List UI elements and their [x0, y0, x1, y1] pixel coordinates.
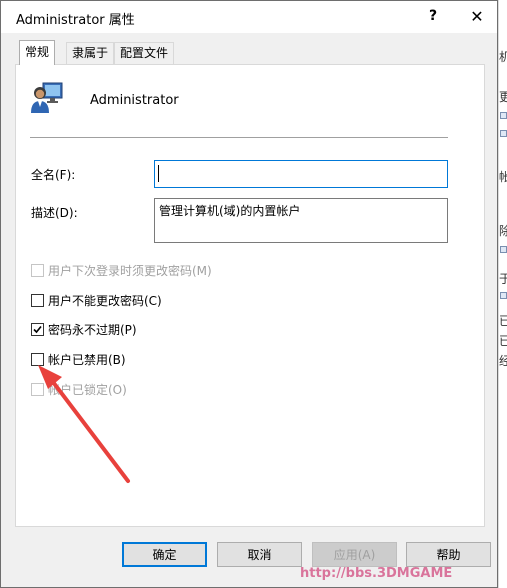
- fullname-label: 全名(F):: [31, 168, 76, 182]
- close-button[interactable]: ✕: [457, 1, 497, 31]
- account-locked-option[interactable]: 帐户已锁定(O): [31, 381, 127, 398]
- divider: [30, 137, 448, 138]
- bg-text-fragment: 于: [499, 270, 507, 287]
- tab-profile[interactable]: 配置文件: [114, 42, 175, 64]
- fullname-input[interactable]: [154, 160, 448, 188]
- tab-general[interactable]: 常规: [19, 40, 56, 65]
- bg-text-fragment: 帐: [499, 168, 507, 185]
- cannot-change-password-option[interactable]: 用户不能更改密码(C): [31, 292, 162, 309]
- background-window-edge: 机 更 帐 除 于 已 已 经: [498, 0, 507, 588]
- help-title-button[interactable]: ?: [413, 1, 453, 31]
- bg-icon: [500, 130, 507, 137]
- account-name: Administrator: [90, 93, 179, 108]
- cancel-button[interactable]: 取消: [217, 542, 302, 567]
- watermark: http://bbs.3DMGAME: [300, 566, 453, 581]
- checkmark-icon: [33, 325, 42, 334]
- bg-icon: [500, 292, 507, 299]
- ok-button[interactable]: 确定: [122, 542, 207, 567]
- bg-text-fragment: 机: [499, 48, 507, 65]
- bg-text-fragment: 经: [499, 352, 507, 369]
- help-button[interactable]: 帮助: [406, 542, 491, 567]
- cannot-change-password-label: 用户不能更改密码(C): [48, 294, 162, 308]
- bg-text-fragment: 除: [499, 222, 507, 239]
- user-icon: [31, 82, 63, 113]
- tab-member-of[interactable]: 隶属于: [66, 42, 115, 64]
- window-title: Administrator 属性: [16, 13, 135, 28]
- password-never-expires-option[interactable]: 密码永不过期(P): [31, 321, 137, 338]
- must-change-password-label: 用户下次登录时须更改密码(M): [48, 264, 212, 278]
- bg-text-fragment: 已: [499, 332, 507, 349]
- description-input[interactable]: 管理计算机(域)的内置帐户: [154, 198, 448, 243]
- account-locked-label: 帐户已锁定(O): [48, 383, 127, 397]
- must-change-password-option[interactable]: 用户下次登录时须更改密码(M): [31, 262, 212, 279]
- account-disabled-label: 帐户已禁用(B): [48, 353, 126, 367]
- apply-button[interactable]: 应用(A): [312, 542, 397, 567]
- title-bar[interactable]: Administrator 属性 ? ✕: [1, 1, 497, 33]
- account-disabled-option[interactable]: 帐户已禁用(B): [31, 351, 126, 368]
- description-label: 描述(D):: [31, 206, 78, 220]
- password-never-expires-label: 密码永不过期(P): [48, 323, 137, 337]
- must-change-password-checkbox[interactable]: [31, 264, 44, 277]
- cannot-change-password-checkbox[interactable]: [31, 294, 44, 307]
- account-disabled-checkbox[interactable]: [31, 353, 44, 366]
- account-locked-checkbox[interactable]: [31, 383, 44, 396]
- password-never-expires-checkbox[interactable]: [31, 323, 44, 336]
- bg-icon: [500, 246, 507, 253]
- bg-text-fragment: 更: [499, 88, 507, 105]
- bg-text-fragment: 已: [499, 312, 507, 329]
- bg-icon: [500, 112, 507, 119]
- text-caret: [158, 165, 159, 182]
